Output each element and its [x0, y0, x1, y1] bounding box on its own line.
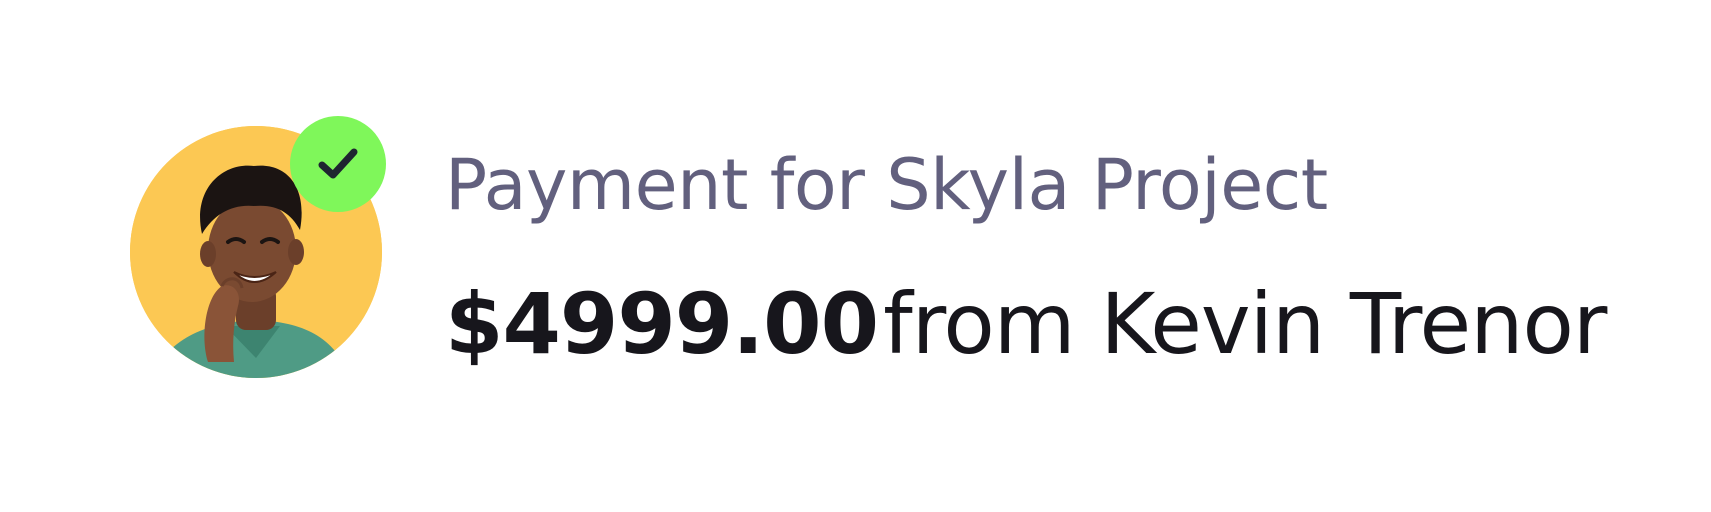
payer-text: from Kevin Trenor — [883, 275, 1607, 373]
notification-text: Payment for Skyla Project $4999.00 from … — [445, 140, 1607, 396]
payment-notification[interactable]: Payment for Skyla Project $4999.00 from … — [0, 0, 1711, 512]
payment-title: Payment for Skyla Project — [445, 144, 1328, 226]
checkmark-icon — [318, 148, 358, 179]
verified-badge — [290, 116, 386, 212]
amount-line: $4999.00 from Kevin Trenor — [445, 275, 1607, 396]
avatar-container — [130, 116, 386, 378]
payment-amount: $4999.00 — [445, 275, 879, 373]
